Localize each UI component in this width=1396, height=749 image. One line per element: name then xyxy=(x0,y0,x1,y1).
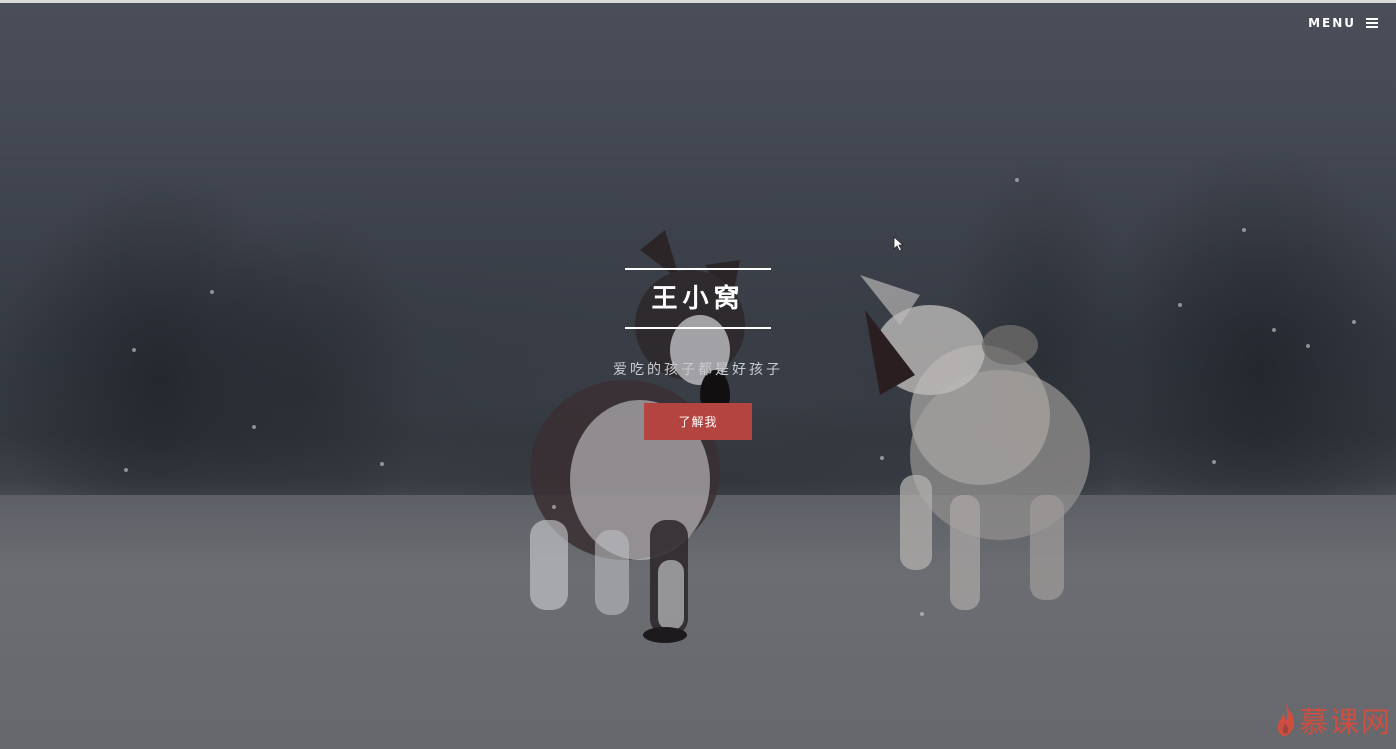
cursor-icon xyxy=(893,236,905,252)
menu-label: MENU xyxy=(1308,16,1356,30)
snowflake xyxy=(1212,460,1216,464)
page: MENU 王小窝 爱吃的孩子都是好孩子 了解我 慕课网 xyxy=(0,0,1396,749)
snowflake xyxy=(1015,178,1019,182)
snowflake xyxy=(380,462,384,466)
snowflake xyxy=(124,468,128,472)
hamburger-icon xyxy=(1366,18,1378,28)
snowflake xyxy=(552,505,556,509)
hero-title: 王小窝 xyxy=(651,284,745,314)
snowflake xyxy=(880,456,884,460)
menu-toggle-button[interactable]: MENU xyxy=(1308,16,1378,30)
snowflake xyxy=(920,612,924,616)
hero-title-frame: 王小窝 xyxy=(625,268,771,329)
hero-content: 王小窝 爱吃的孩子都是好孩子 了解我 xyxy=(0,268,1396,440)
hero-subtitle: 爱吃的孩子都是好孩子 xyxy=(613,362,783,378)
about-me-button[interactable]: 了解我 xyxy=(644,403,752,440)
watermark-logo: 慕课网 xyxy=(1275,699,1392,741)
top-border xyxy=(0,0,1396,3)
flame-icon xyxy=(1277,704,1295,736)
snowflake xyxy=(1242,228,1246,232)
watermark-text: 慕课网 xyxy=(1298,705,1392,739)
